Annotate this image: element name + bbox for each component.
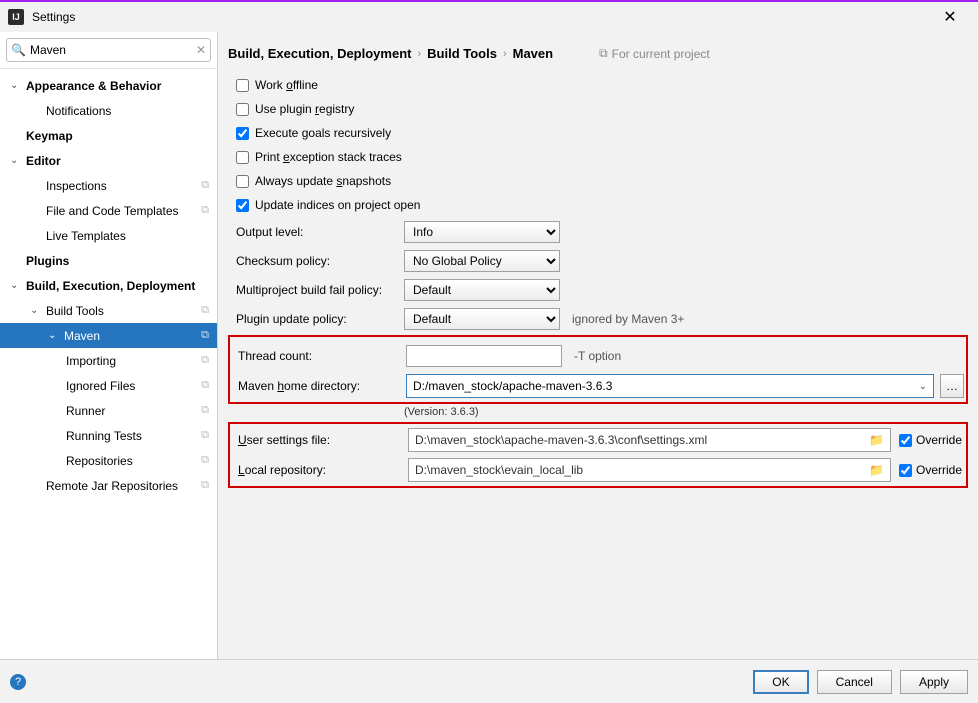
output-level-select[interactable]: Info xyxy=(404,221,560,243)
close-icon[interactable]: ✕ xyxy=(930,7,970,27)
settings-tree: ⌄Appearance & Behavior Notifications Key… xyxy=(0,69,217,659)
local-repo-label: Local repository: xyxy=(232,463,400,477)
plugin-update-suffix: ignored by Maven 3+ xyxy=(572,312,684,326)
help-icon[interactable]: ? xyxy=(10,674,26,690)
project-icon: ⧉ xyxy=(201,354,209,367)
thread-count-label: Thread count: xyxy=(238,349,406,363)
project-icon: ⧉ xyxy=(201,379,209,392)
tree-notifications[interactable]: Notifications xyxy=(0,98,217,123)
dialog-footer: ? OK Cancel Apply xyxy=(0,659,978,703)
checksum-label: Checksum policy: xyxy=(236,254,404,268)
browse-button[interactable]: … xyxy=(940,374,964,398)
project-icon: ⧉ xyxy=(201,479,209,492)
project-icon: ⧉ xyxy=(201,454,209,467)
window-title: Settings xyxy=(32,10,930,24)
project-icon: ⧉ xyxy=(201,204,209,217)
work-offline-check[interactable]: Work offline xyxy=(228,73,968,97)
thread-count-input[interactable] xyxy=(406,345,562,367)
multiproject-label: Multiproject build fail policy: xyxy=(236,283,404,297)
tree-build-tools[interactable]: ⌄Build Tools⧉ xyxy=(0,298,217,323)
project-icon: ⧉ xyxy=(201,329,209,342)
main-panel: Build, Execution, Deployment › Build Too… xyxy=(218,32,978,659)
output-level-row: Output level: Info xyxy=(228,217,968,246)
for-project-label: ⧉For current project xyxy=(599,46,710,61)
project-icon: ⧉ xyxy=(201,404,209,417)
chevron-down-icon: ⌄ xyxy=(10,80,22,91)
tree-keymap[interactable]: Keymap xyxy=(0,123,217,148)
ok-button[interactable]: OK xyxy=(753,670,808,694)
search-icon: 🔍 xyxy=(11,43,26,57)
project-icon: ⧉ xyxy=(201,429,209,442)
local-repo-input[interactable]: D:\maven_stock\evain_local_lib 📁 xyxy=(408,458,891,482)
breadcrumb: Build, Execution, Deployment › Build Too… xyxy=(228,46,968,61)
tree-editor[interactable]: ⌄Editor xyxy=(0,148,217,173)
search-input-wrap[interactable]: 🔍 ✕ xyxy=(6,38,211,62)
tree-repositories[interactable]: Repositories⧉ xyxy=(0,448,217,473)
crumb-maven: Maven xyxy=(513,46,553,61)
clear-search-icon[interactable]: ✕ xyxy=(196,43,206,57)
chevron-right-icon: › xyxy=(417,48,421,60)
user-settings-label: User settings file: xyxy=(232,433,400,447)
chevron-down-icon: ⌄ xyxy=(10,155,22,166)
tree-bed[interactable]: ⌄Build, Execution, Deployment xyxy=(0,273,217,298)
chevron-down-icon: ⌄ xyxy=(30,305,42,316)
print-exception-check[interactable]: Print exception stack traces xyxy=(228,145,968,169)
user-settings-input[interactable]: D:\maven_stock\apache-maven-3.6.3\conf\s… xyxy=(408,428,891,452)
plugin-update-select[interactable]: Default xyxy=(404,308,560,330)
checksum-select[interactable]: No Global Policy xyxy=(404,250,560,272)
tree-importing[interactable]: Importing⧉ xyxy=(0,348,217,373)
tree-appearance[interactable]: ⌄Appearance & Behavior xyxy=(0,73,217,98)
user-settings-override[interactable]: Override xyxy=(899,433,962,447)
folder-icon[interactable]: 📁 xyxy=(869,463,884,477)
title-bar: IJ Settings ✕ xyxy=(0,2,978,32)
project-icon: ⧉ xyxy=(599,46,608,61)
tree-live-templates[interactable]: Live Templates xyxy=(0,223,217,248)
local-repo-override[interactable]: Override xyxy=(899,463,962,477)
tree-remote[interactable]: Remote Jar Repositories⧉ xyxy=(0,473,217,498)
chevron-down-icon: ⌄ xyxy=(10,280,22,291)
tree-maven[interactable]: ⌄Maven⧉ xyxy=(0,323,217,348)
chevron-down-icon: ⌄ xyxy=(919,381,927,392)
crumb-build-tools[interactable]: Build Tools xyxy=(427,46,497,61)
checksum-row: Checksum policy: No Global Policy xyxy=(228,246,968,275)
maven-home-combo[interactable]: D:/maven_stock/apache-maven-3.6.3 ⌄ xyxy=(406,374,934,398)
plugin-update-row: Plugin update policy: Default ignored by… xyxy=(228,304,968,333)
plugin-update-label: Plugin update policy: xyxy=(236,312,404,326)
project-icon: ⧉ xyxy=(201,304,209,317)
thread-count-suffix: -T option xyxy=(574,349,621,363)
output-level-label: Output level: xyxy=(236,225,404,239)
use-plugin-registry-check[interactable]: Use plugin registry xyxy=(228,97,968,121)
tree-inspections[interactable]: Inspections⧉ xyxy=(0,173,217,198)
update-indices-check[interactable]: Update indices on project open xyxy=(228,193,968,217)
cancel-button[interactable]: Cancel xyxy=(817,670,892,694)
tree-plugins[interactable]: Plugins xyxy=(0,248,217,273)
folder-icon[interactable]: 📁 xyxy=(869,433,884,447)
execute-goals-check[interactable]: Execute goals recursively xyxy=(228,121,968,145)
highlight-box-1: Thread count: -T option Maven home direc… xyxy=(228,335,968,404)
chevron-down-icon: ⌄ xyxy=(48,330,60,341)
multiproject-row: Multiproject build fail policy: Default xyxy=(228,275,968,304)
tree-file-templates[interactable]: File and Code Templates⧉ xyxy=(0,198,217,223)
maven-home-label: Maven home directory: xyxy=(232,379,400,393)
multiproject-select[interactable]: Default xyxy=(404,279,560,301)
always-update-check[interactable]: Always update snapshots xyxy=(228,169,968,193)
tree-runner[interactable]: Runner⧉ xyxy=(0,398,217,423)
project-icon: ⧉ xyxy=(201,179,209,192)
highlight-box-2: User settings file: D:\maven_stock\apach… xyxy=(228,422,968,488)
app-icon: IJ xyxy=(8,9,24,25)
search-input[interactable] xyxy=(30,43,196,57)
chevron-right-icon: › xyxy=(503,48,507,60)
sidebar: 🔍 ✕ ⌄Appearance & Behavior Notifications… xyxy=(0,32,218,659)
maven-version-label: (Version: 3.6.3) xyxy=(228,406,968,418)
tree-running-tests[interactable]: Running Tests⧉ xyxy=(0,423,217,448)
tree-ignored[interactable]: Ignored Files⧉ xyxy=(0,373,217,398)
apply-button[interactable]: Apply xyxy=(900,670,968,694)
crumb-bed[interactable]: Build, Execution, Deployment xyxy=(228,46,411,61)
